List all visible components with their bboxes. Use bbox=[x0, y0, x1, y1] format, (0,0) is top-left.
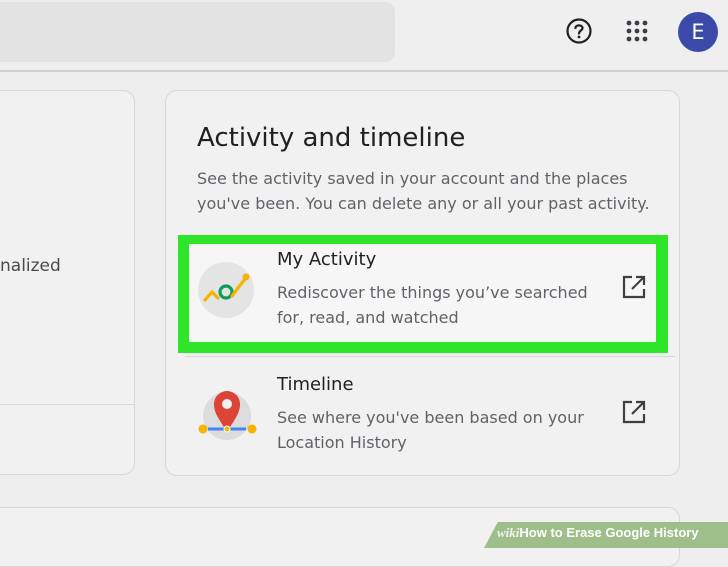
account-avatar[interactable]: E bbox=[678, 12, 718, 52]
my-activity-title[interactable]: My Activity bbox=[277, 249, 376, 270]
card-title: Activity and timeline bbox=[197, 123, 466, 153]
watermark-brand: wiki bbox=[497, 525, 520, 540]
watermark-text: wikiHow to Erase Google History bbox=[497, 525, 699, 541]
left-card-divider bbox=[0, 404, 134, 405]
search-bar[interactable] bbox=[0, 2, 395, 62]
timeline-title[interactable]: Timeline bbox=[277, 374, 354, 395]
watermark-title: How to Erase Google History bbox=[519, 525, 699, 540]
apps-grid-icon[interactable] bbox=[625, 19, 649, 43]
open-external-icon[interactable] bbox=[621, 274, 647, 300]
top-bar: E bbox=[0, 0, 728, 72]
help-icon[interactable] bbox=[565, 17, 593, 45]
row-divider bbox=[185, 356, 675, 357]
open-external-icon[interactable] bbox=[621, 399, 647, 425]
left-card-partial-text: nalized bbox=[0, 256, 61, 276]
timeline-location-icon bbox=[196, 382, 258, 444]
timeline-description: See where you've been based on your Loca… bbox=[277, 408, 584, 452]
card-description: See the activity saved in your account a… bbox=[197, 169, 650, 213]
left-card bbox=[0, 90, 135, 475]
my-activity-icon bbox=[198, 262, 254, 318]
my-activity-description: Rediscover the things you’ve searched fo… bbox=[277, 283, 588, 327]
